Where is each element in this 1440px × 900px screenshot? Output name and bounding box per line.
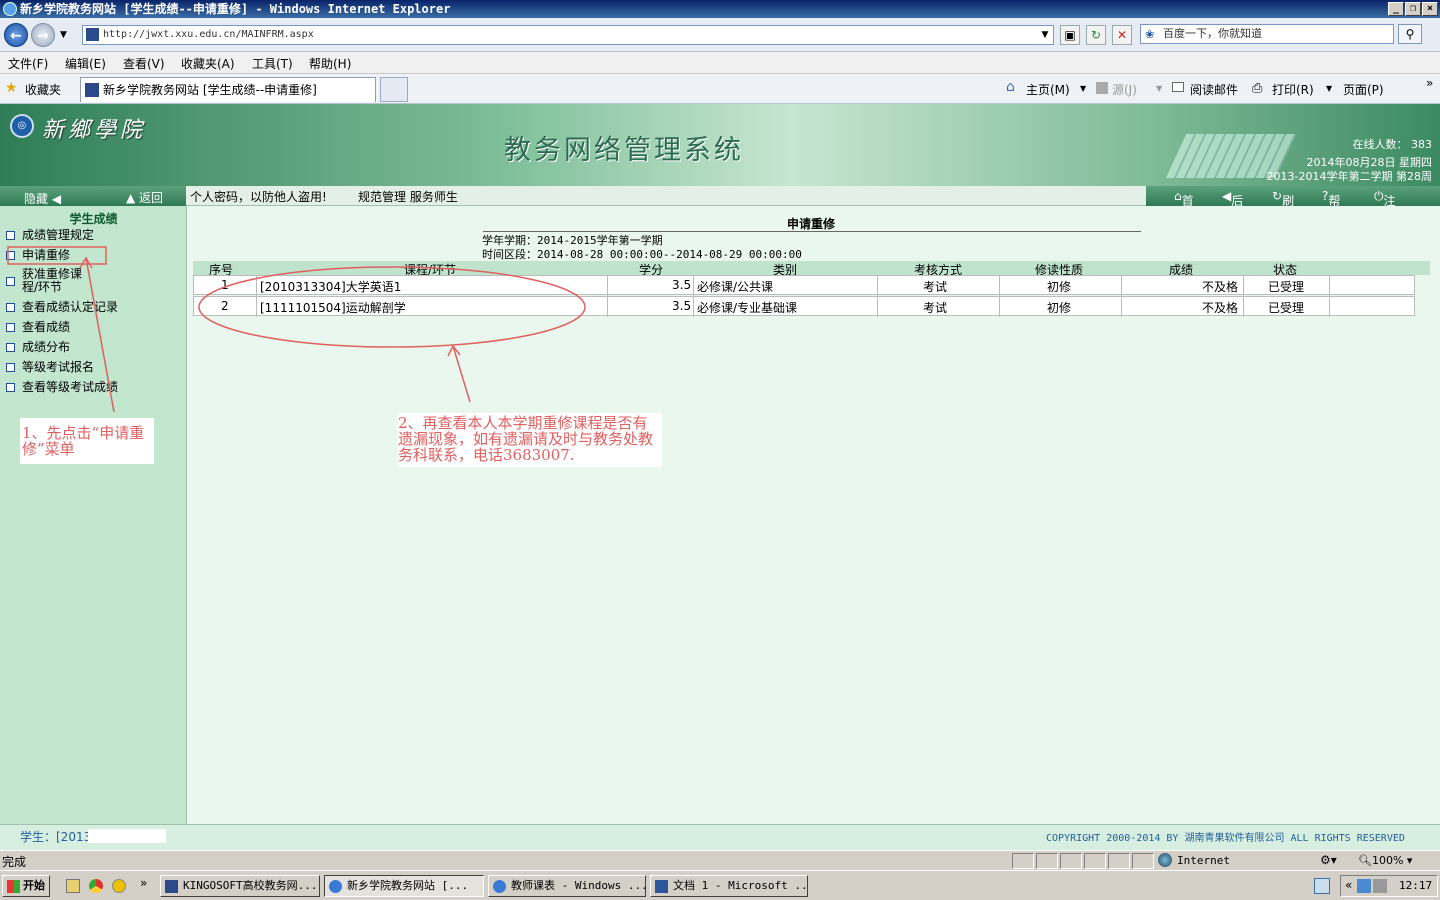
quicklaunch-app-icon[interactable] [112, 879, 126, 893]
annotation-highlight-box [7, 246, 107, 265]
quicklaunch-desktop-icon[interactable] [66, 879, 80, 893]
security-zone: Internet [1177, 854, 1230, 867]
annotation-arrow-2 [452, 345, 471, 403]
annotation-step1: 1、先点击“申请重修”菜单 [20, 418, 154, 464]
ie-task-icon [329, 880, 342, 893]
redacted-block [88, 829, 166, 843]
taskbar: 开始 » KINGOSOFT高校教务网... 新乡学院教务网站 [... 教师课… [0, 870, 1440, 900]
annotation-arrow-1 [85, 257, 115, 413]
windows-logo-icon [7, 880, 20, 893]
chrome-icon[interactable] [89, 879, 103, 893]
task-teacher-schedule[interactable]: 教师课表 - Windows ... [488, 875, 646, 897]
language-bar-icon[interactable] [1314, 878, 1330, 894]
status-text: 完成 [2, 855, 27, 869]
tray-expand-icon[interactable]: « [1345, 878, 1352, 892]
ie-task-icon [493, 880, 506, 893]
protected-mode-icon[interactable]: ⚙▾ [1320, 853, 1337, 867]
kingosoft-icon [165, 880, 178, 893]
task-ie-active[interactable]: 新乡学院教务网站 [... [324, 875, 484, 897]
zoom-button[interactable]: 🔍︎100% ▾ [1358, 854, 1412, 867]
student-id: 学生：[2013 [20, 830, 92, 844]
copyright: COPYRIGHT 2000-2014 BY 湖南青果软件有限公司 ALL RI… [1046, 833, 1405, 844]
clock: 12:17 [1399, 879, 1433, 892]
volume-icon[interactable] [1373, 879, 1387, 893]
start-button[interactable]: 开始 [2, 875, 50, 897]
word-icon [655, 880, 668, 893]
page-footer: 学生：[2013 COPYRIGHT 2000-2014 BY 湖南青果软件有限… [0, 824, 1440, 850]
network-icon[interactable] [1357, 879, 1371, 893]
task-kingosoft[interactable]: KINGOSOFT高校教务网... [160, 875, 320, 897]
task-word-document[interactable]: 文档 1 - Microsoft ... [650, 875, 808, 897]
status-bar: 完成 Internet ⚙▾ 🔍︎100% ▾ [0, 850, 1440, 870]
annotation-ellipse [198, 266, 586, 348]
globe-icon [1158, 853, 1172, 867]
annotation-step2: 2、再查看本人本学期重修课程是否有遗漏现象，如有遗漏请及时与教务处教务科联系，电… [398, 413, 662, 467]
quicklaunch-overflow-icon[interactable]: » [140, 876, 147, 890]
system-tray: « 12:17 [1340, 875, 1438, 897]
annotation-overlay [7, 246, 586, 413]
